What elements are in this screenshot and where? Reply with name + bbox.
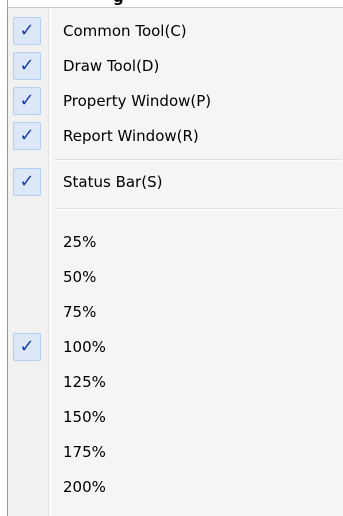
check-indicator: ✓ [13,17,41,45]
menu-item-common-tool[interactable]: ✓ Common Tool(C) [8,14,342,49]
checkmark-icon: ✓ [19,55,35,76]
menu-item-label: 75% [63,303,97,321]
check-indicator: ✓ [13,122,41,150]
menu-separator [54,159,342,161]
menu-item-zoom-200[interactable]: 200% [8,470,342,505]
menu-item-zoom-125[interactable]: 125% [8,365,342,400]
checkmark-icon: ✓ [19,125,35,146]
menu-item-label: 125% [63,373,106,391]
menu-item-label: Property Window(P) [63,92,212,110]
checkmark-icon: ✓ [19,336,35,357]
menu-item-label: 50% [63,268,97,286]
menu-item-zoom-75[interactable]: 75% [8,295,342,330]
checkmark-icon: ✓ [19,20,35,41]
check-indicator: ✓ [13,333,41,361]
partial-heading-text: g [113,0,124,6]
checkmark-icon: ✓ [19,90,35,111]
menu-item-label: 200% [63,478,106,496]
menu-item-zoom-50[interactable]: 50% [8,260,342,295]
menu-item-draw-tool[interactable]: ✓ Draw Tool(D) [8,49,342,84]
menu-item-label: 25% [63,233,97,251]
view-menu: ✓ Common Tool(C) ✓ Draw Tool(D) ✓ Proper… [7,7,343,516]
check-indicator: ✓ [13,52,41,80]
menu-item-zoom-25[interactable]: 25% [8,225,342,260]
menu-item-label: Status Bar(S) [63,173,163,191]
menu-item-property-window[interactable]: ✓ Property Window(P) [8,84,342,119]
menu-item-report-window[interactable]: ✓ Report Window(R) [8,119,342,154]
menu-separator [54,208,342,210]
menu-item-zoom-175[interactable]: 175% [8,435,342,470]
menu-item-label: Report Window(R) [63,127,199,145]
menu-item-zoom-100[interactable]: ✓ 100% [8,330,342,365]
menu-item-label: 150% [63,408,106,426]
menu-item-label: Draw Tool(D) [63,57,160,75]
menu-item-label: 175% [63,443,106,461]
menu-top-partial: g [7,0,343,7]
page: g ✓ Common Tool(C) ✓ Draw Tool(D) ✓ Prop… [0,0,343,516]
check-indicator: ✓ [13,87,41,115]
menu-item-label: 100% [63,338,106,356]
menu-item-label: Common Tool(C) [63,22,187,40]
menu-item-zoom-150[interactable]: 150% [8,400,342,435]
menu-item-status-bar[interactable]: ✓ Status Bar(S) [8,165,342,200]
check-indicator: ✓ [13,168,41,196]
checkmark-icon: ✓ [19,171,35,192]
